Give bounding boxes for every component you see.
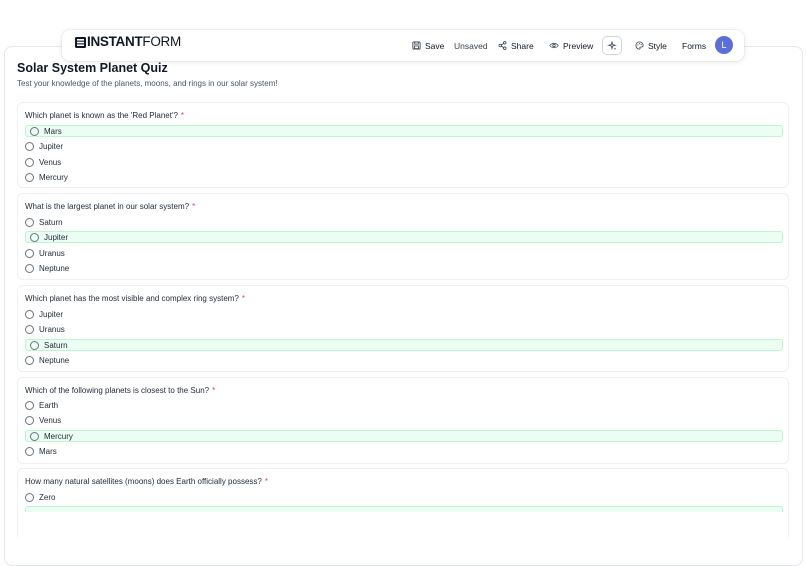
ai-magic-button[interactable] [602,36,622,55]
answer-option[interactable]: Neptune [25,354,783,366]
forms-label: Forms [682,40,707,51]
question-block: Which planet has the most visible and co… [17,285,789,372]
answer-option[interactable]: Mercury [25,430,783,442]
option-label: Zero [39,492,56,502]
forms-link[interactable]: Forms [682,37,706,54]
option-label: Uranus [39,248,65,258]
save-status-label: Unsaved [454,40,488,51]
answer-option[interactable]: Uranus [25,323,783,335]
answer-option[interactable]: Earth [25,399,783,411]
eye-icon [549,42,559,49]
option-label: Jupiter [39,309,64,319]
style-label: Style [648,40,667,51]
answer-option[interactable]: Mercury [25,171,783,183]
user-avatar[interactable]: L [715,36,733,54]
question-text: Which of the following planets is closes… [25,386,216,395]
answer-option[interactable]: Saturn [25,216,783,228]
answer-option[interactable]: Saturn [25,339,783,351]
question-block: Which planet is known as the 'Red Planet… [17,102,789,188]
option-label: Jupiter [39,141,64,151]
instantform-logo[interactable]: INSTANTFORM [75,35,181,49]
page-title: Solar System Planet Quiz [17,61,168,75]
option-label: Jupiter [44,232,69,242]
form-description: Test your knowledge of the planets, moon… [17,79,278,88]
radio-button[interactable] [25,400,34,410]
option-label: Mars [44,126,62,136]
question-block: What is the largest planet in our solar … [17,193,789,280]
sparkles-icon [607,40,617,50]
answer-option[interactable]: Venus [25,414,783,426]
answer-option[interactable]: Jupiter [25,231,783,243]
option-label: Earth [39,400,59,410]
option-label: Mercury [44,431,73,441]
answer-option[interactable]: Jupiter [25,308,783,320]
radio-button[interactable] [30,340,39,350]
required-mark: * [180,111,185,120]
option-label: Mercury [39,172,68,182]
preview-button[interactable]: Preview [549,37,593,54]
palette-icon [635,41,644,50]
radio-button[interactable] [25,415,34,425]
question-text: Which planet has the most visible and co… [25,294,245,303]
option-label: Saturn [44,340,68,350]
save-icon [412,41,421,50]
question-block: Which of the following planets is closes… [17,377,789,464]
save-button[interactable]: Save [412,37,444,54]
logo-mark-icon [75,36,86,48]
radio-button[interactable] [25,355,34,365]
share-icon [498,41,507,50]
preview-label: Preview [563,40,594,51]
radio-button[interactable] [25,248,34,258]
avatar-initial: L [721,40,727,50]
required-mark: * [241,294,245,303]
radio-button[interactable] [25,172,34,182]
share-label: Share [511,40,534,51]
radio-button[interactable] [25,492,34,502]
answer-option[interactable]: Jupiter [25,140,783,152]
answer-option[interactable]: Neptune [25,262,783,274]
answer-option[interactable]: Venus [25,156,783,168]
radio-button[interactable] [30,431,39,441]
top-toolbar: INSTANTFORM Save Unsaved Share Preview S… [62,30,744,61]
radio-button[interactable] [25,324,34,334]
logo-text: INSTANTFORM [87,34,181,49]
radio-button[interactable] [30,232,39,242]
option-label: Neptune [39,355,70,365]
question-text: What is the largest planet in our solar … [25,202,196,211]
answer-option[interactable]: Mars [25,445,783,457]
radio-button[interactable] [25,141,34,151]
required-mark: * [212,386,216,395]
question-text: How many natural satellites (moons) does… [25,477,268,486]
question-text: Which planet is known as the 'Red Planet… [25,111,185,120]
required-mark: * [264,477,268,486]
answer-option[interactable]: Uranus [25,247,783,259]
option-label: Uranus [39,324,65,334]
radio-button[interactable] [25,263,34,273]
radio-button[interactable] [25,446,34,456]
radio-button[interactable] [25,217,34,227]
option-label: Mars [39,446,57,456]
radio-button[interactable] [25,309,34,319]
question-block: How many natural satellites (moons) does… [17,468,789,537]
share-button[interactable]: Share [498,37,534,54]
answer-option[interactable] [25,506,783,512]
answer-option[interactable]: Mars [25,125,783,137]
radio-button[interactable] [30,126,39,136]
answer-option[interactable]: Zero [25,491,783,503]
option-label: Neptune [39,263,70,273]
required-mark: * [192,202,196,211]
radio-button[interactable] [25,157,34,167]
option-label: Saturn [39,217,63,227]
option-label: Venus [39,415,62,425]
style-button[interactable]: Style [635,37,667,54]
save-label: Save [425,40,445,51]
option-label: Venus [39,157,62,167]
save-status: Unsaved [454,37,488,54]
